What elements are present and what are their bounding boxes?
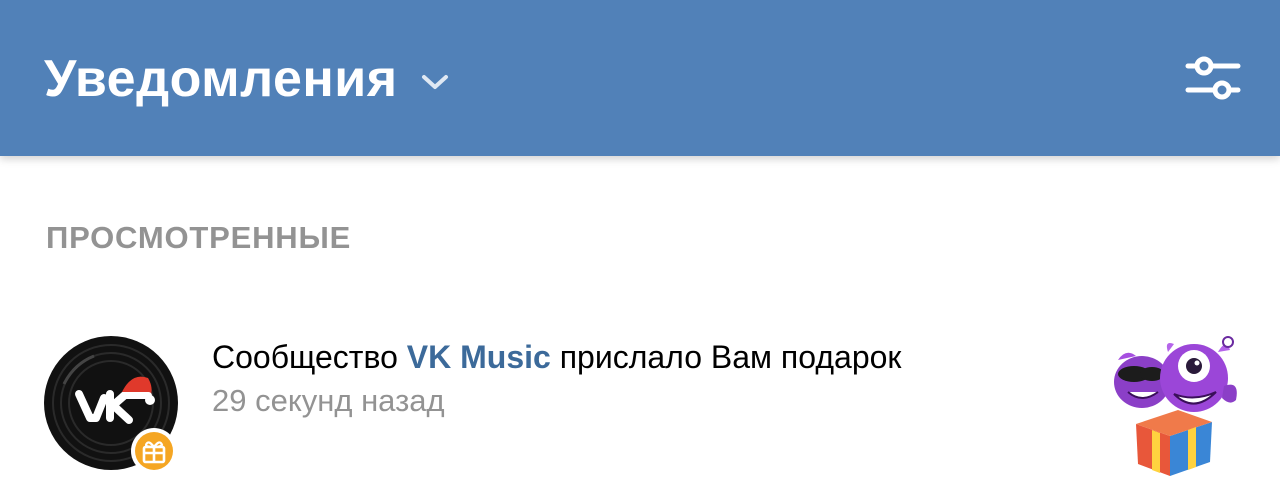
notification-text-after: прислало Вам подарок [559, 339, 902, 375]
section-title-viewed: ПРОСМОТРЕННЫЕ [46, 220, 352, 255]
gift-sticker[interactable] [1108, 330, 1244, 476]
top-app-bar: Уведомления [0, 0, 1280, 156]
sliders-icon[interactable] [1178, 50, 1248, 108]
notification-item[interactable]: Сообщество VK Music прислало Вам подарок… [0, 320, 1280, 480]
gift-icon [131, 428, 177, 474]
community-link[interactable]: VK Music [407, 339, 551, 375]
notification-time: 29 секунд назад [212, 383, 445, 418]
notification-text: Сообщество VK Music прислало Вам подарок [212, 338, 901, 376]
page-title: Уведомления [44, 50, 398, 108]
chevron-down-icon [421, 75, 448, 89]
notifications-dropdown[interactable]: Уведомления [44, 44, 450, 114]
notification-text-before: Сообщество [212, 339, 398, 375]
